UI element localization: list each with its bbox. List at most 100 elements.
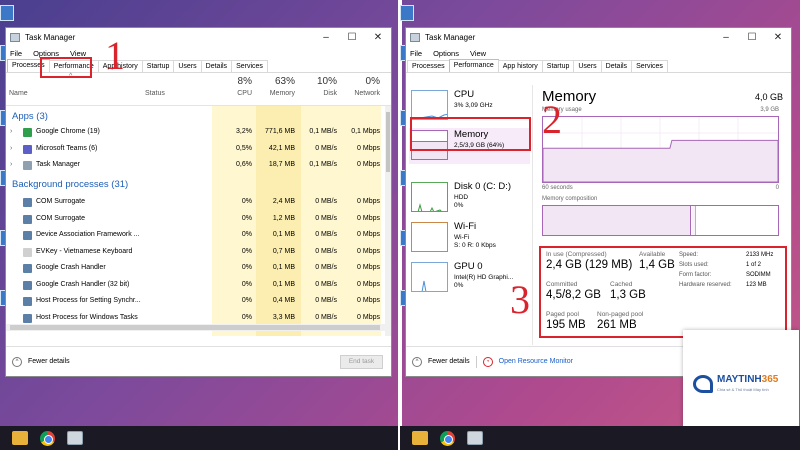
process-name: Google Crash Handler — [36, 264, 106, 271]
header-net-pct[interactable]: 0% — [342, 76, 380, 87]
logo-tagline: Chia sẻ & Thủ thuật Máy tính — [717, 387, 769, 392]
task-manager-taskbar-icon[interactable] — [467, 431, 483, 445]
header-cpu-pct[interactable]: 8% — [216, 76, 252, 87]
taskbar — [0, 426, 400, 450]
background-group-header[interactable]: Background processes (31) — [12, 179, 128, 190]
fewer-details-link[interactable]: Fewer details — [428, 358, 470, 365]
tab-details[interactable]: Details — [200, 60, 233, 72]
tab-startup[interactable]: Startup — [141, 60, 175, 72]
process-disk: 0 MB/s — [315, 297, 337, 304]
horizontal-scrollbar[interactable] — [6, 324, 386, 331]
process-row[interactable]: COM Surrogate 0% 2,4 MB 0 MB/s 0 Mbps — [6, 195, 386, 211]
process-row[interactable]: › Microsoft Teams (6) 0,5% 42,1 MB 0 MB/s 0 M… — [6, 142, 386, 158]
resource-value: S: 0 R: 0 Kbps — [454, 242, 496, 249]
process-icon — [23, 280, 32, 290]
resource-monitor-icon[interactable]: ◔ — [482, 356, 493, 367]
desktop-icon[interactable] — [0, 5, 14, 21]
left-screenshot: Task Manager – ☐ ✕ File Options View Pro… — [0, 0, 400, 450]
menu-file[interactable]: File — [10, 49, 22, 58]
memory-usage-graph — [542, 116, 779, 183]
resource-title: Wi-Fi — [454, 221, 477, 232]
resource-item-disk[interactable]: Disk 0 (C: D:) HDD 0% — [409, 180, 530, 216]
collapse-icon[interactable]: ^ — [12, 356, 22, 367]
process-row[interactable]: Device Association Framework ... 0% 0,1 MB… — [6, 228, 386, 244]
open-resource-monitor-link[interactable]: Open Resource Monitor — [499, 358, 573, 365]
header-memory[interactable]: Memory — [256, 90, 295, 97]
task-manager-window: Task Manager – ☐ ✕ File Options View Pro… — [5, 27, 392, 377]
resource-value: 0% — [454, 282, 464, 289]
title-bar[interactable]: Task Manager – ☐ ✕ — [6, 28, 391, 47]
process-memory: 1,2 MB — [272, 214, 295, 222]
minimize-button[interactable]: – — [313, 32, 339, 43]
logo-mark-icon — [693, 375, 713, 393]
menu-file[interactable]: File — [410, 49, 422, 58]
cpu-thumbnail — [411, 90, 448, 120]
process-icon — [23, 214, 32, 224]
chrome-icon[interactable] — [40, 430, 55, 446]
title-bar[interactable]: Task Manager – ☐ ✕ — [406, 28, 791, 47]
chrome-icon[interactable] — [440, 430, 455, 446]
separator — [475, 355, 477, 368]
process-icon — [23, 247, 32, 257]
tab-app-history[interactable]: App history — [497, 60, 543, 72]
process-row[interactable]: › Google Chrome (19) 3,2% 771,6 MB 0,1 MB/s 0… — [6, 125, 386, 141]
menu-view[interactable]: View — [470, 49, 486, 58]
tab-services[interactable]: Services — [231, 60, 268, 72]
minimize-button[interactable]: – — [713, 32, 739, 43]
apps-group-header[interactable]: Apps (3) — [12, 111, 48, 122]
process-name: Host Process for Setting Synchr... — [36, 297, 141, 304]
vertical-scrollbar[interactable] — [385, 106, 391, 336]
process-memory: 0,4 MB — [272, 297, 295, 304]
process-row[interactable]: COM Surrogate 0% 1,2 MB 0 MB/s 0 Mbps — [6, 212, 386, 228]
header-cpu[interactable]: CPU — [216, 90, 252, 97]
tab-users[interactable]: Users — [573, 60, 602, 72]
process-row[interactable]: EVKey - Vietnamese Keyboard 0% 0,7 MB 0 MB/… — [6, 245, 386, 261]
fewer-details-link[interactable]: Fewer details — [28, 358, 70, 365]
process-memory: 3,3 MB — [272, 313, 295, 321]
process-name: Google Chrome (19) — [36, 128, 100, 135]
process-name: Google Crash Handler (32 bit) — [36, 280, 130, 288]
memory-composition-bar[interactable] — [542, 205, 779, 236]
expand-chevron-icon[interactable]: › — [10, 128, 12, 135]
process-disk: 0,1 MB/s — [309, 161, 337, 168]
header-disk-pct[interactable]: 10% — [301, 76, 337, 87]
tab-services[interactable]: Services — [631, 60, 668, 72]
maximize-button[interactable]: ☐ — [739, 32, 765, 43]
process-row[interactable]: Google Crash Handler 0% 0,1 MB 0 MB/s 0 Mbps — [6, 261, 386, 277]
expand-chevron-icon[interactable]: › — [10, 161, 12, 168]
tab-startup[interactable]: Startup — [541, 60, 575, 72]
menu-options[interactable]: Options — [433, 49, 459, 58]
header-disk[interactable]: Disk — [301, 90, 337, 97]
header-status[interactable]: Status — [145, 90, 165, 97]
process-cpu: 0% — [241, 313, 252, 321]
file-explorer-icon[interactable] — [412, 431, 428, 445]
highlight-memory-stats — [539, 246, 787, 338]
task-manager-taskbar-icon[interactable] — [67, 431, 83, 445]
process-disk: 0 MB/s — [315, 198, 337, 205]
header-name[interactable]: Name — [9, 90, 28, 97]
tab-processes[interactable]: Processes — [407, 60, 450, 72]
process-row[interactable]: › Task Manager 0,6% 18,7 MB 0,1 MB/s 0 Mbps — [6, 158, 386, 174]
file-explorer-icon[interactable] — [12, 431, 28, 445]
expand-chevron-icon[interactable]: › — [10, 145, 12, 152]
tab-users[interactable]: Users — [173, 60, 202, 72]
process-icon — [23, 144, 32, 154]
tab-performance[interactable]: Performance — [448, 59, 499, 72]
end-task-button[interactable]: End task — [340, 355, 383, 369]
collapse-icon[interactable]: ^ — [412, 356, 422, 367]
tab-details[interactable]: Details — [600, 60, 633, 72]
process-network: 0 Mbps — [357, 313, 380, 321]
close-button[interactable]: ✕ — [365, 32, 391, 43]
maximize-button[interactable]: ☐ — [339, 32, 365, 43]
close-button[interactable]: ✕ — [765, 32, 791, 43]
resource-item-wifi[interactable]: Wi-Fi Wi-Fi S: 0 R: 0 Kbps — [409, 220, 530, 256]
desktop-icon[interactable] — [400, 5, 414, 21]
process-name: COM Surrogate — [36, 214, 86, 222]
header-network[interactable]: Network — [342, 90, 380, 97]
process-name: Device Association Framework ... — [36, 231, 140, 238]
process-icon — [23, 264, 32, 273]
process-row[interactable]: Host Process for Setting Synchr... 0% 0,4 … — [6, 294, 386, 310]
process-icon — [23, 198, 32, 207]
process-row[interactable]: Google Crash Handler (32 bit) 0% 0,1 MB 0 M… — [6, 278, 386, 294]
header-mem-pct[interactable]: 63% — [256, 76, 295, 87]
